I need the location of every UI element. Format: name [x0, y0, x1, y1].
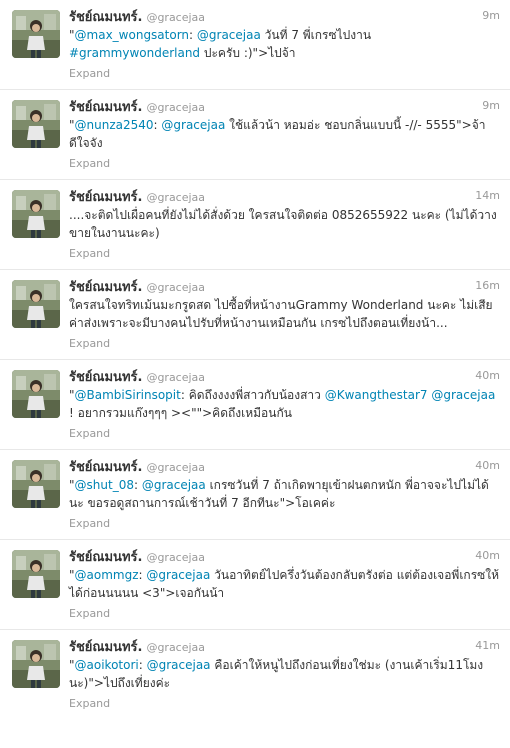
user-fullname[interactable]: รัชย์ณมนทร์. — [69, 370, 142, 385]
tweet-item[interactable]: รัชย์ณมนทร์. @gracejaa 40m "@BambiSirinsopi… — [0, 360, 510, 450]
tweet-text-segment: ! อยากรวมแก๊งๆๆๆ ><"">คิดถึงเหมือนกัน — [69, 406, 292, 420]
tweet-text-segment: : — [133, 478, 142, 492]
tweet-text: "@BambiSirinsopit: คิดถึงงงงพี่สาวกับน้อ… — [69, 386, 500, 422]
user-username[interactable]: @gracejaa — [146, 101, 205, 114]
user-username[interactable]: @gracejaa — [146, 11, 205, 24]
mention-link[interactable]: @aommgz — [75, 568, 139, 582]
tweet-header: รัชย์ณมนทร์. @gracejaa 9m — [69, 98, 500, 115]
avatar[interactable] — [12, 100, 60, 148]
tweet-text-segment: วันที่ 7 พี่เกรซไปงาน — [260, 28, 372, 42]
expand-link[interactable]: Expand — [69, 157, 110, 170]
tweet-item[interactable]: รัชย์ณมนทร์. @gracejaa 14m ....จะติดไปเผื่อ… — [0, 180, 510, 270]
mention-link[interactable]: @shut_08 — [75, 478, 134, 492]
tweet-timestamp[interactable]: 16m — [475, 278, 500, 294]
tweet-header: รัชย์ณมนทร์. @gracejaa 9m — [69, 8, 500, 25]
mention-link[interactable]: @gracejaa — [147, 658, 211, 672]
avatar[interactable] — [12, 280, 60, 328]
tweet-text-segment: : คิดถึงงงงพี่สาวกับน้องสาว — [180, 388, 325, 402]
tweet-timestamp[interactable]: 14m — [475, 188, 500, 204]
mention-link[interactable]: @aoikotori — [75, 658, 139, 672]
avatar[interactable] — [12, 640, 60, 688]
user-username[interactable]: @gracejaa — [146, 461, 205, 474]
tweet-item[interactable]: รัชย์ณมนทร์. @gracejaa 9m "@max_wongsatorn:… — [0, 0, 510, 90]
avatar[interactable] — [12, 550, 60, 598]
avatar[interactable] — [12, 10, 60, 58]
tweet-header: รัชย์ณมนทร์. @gracejaa 40m — [69, 368, 500, 385]
tweet-body: รัชย์ณมนทร์. @gracejaa 9m "@nunza2540: @gra… — [69, 98, 500, 171]
tweet-body: รัชย์ณมนทร์. @gracejaa 9m "@max_wongsatorn:… — [69, 8, 500, 81]
tweet-text: ใครสนใจทริทเม้นมะกรูดสด ไปซื้อที่หน้างาน… — [69, 296, 500, 332]
user-username[interactable]: @gracejaa — [146, 371, 205, 384]
user-fullname[interactable]: รัชย์ณมนทร์. — [69, 10, 142, 25]
mention-link[interactable]: #grammywonderland — [69, 46, 200, 60]
user-username[interactable]: @gracejaa — [146, 191, 205, 204]
mention-link[interactable]: @gracejaa — [161, 118, 225, 132]
tweet-item[interactable]: รัชย์ณมนทร์. @gracejaa 40m "@shut_08: @grac… — [0, 450, 510, 540]
tweet-item[interactable]: รัชย์ณมนทร์. @gracejaa 9m "@nunza2540: @gra… — [0, 90, 510, 180]
user-username[interactable]: @gracejaa — [146, 281, 205, 294]
mention-link[interactable]: @gracejaa — [197, 28, 261, 42]
tweet-timestamp[interactable]: 41m — [475, 638, 500, 654]
tweet-header: รัชย์ณมนทร์. @gracejaa 16m — [69, 278, 500, 295]
avatar[interactable] — [12, 370, 60, 418]
tweet-body: รัชย์ณมนทร์. @gracejaa 14m ....จะติดไปเผื่อ… — [69, 188, 500, 261]
tweet-text: "@max_wongsatorn: @gracejaa วันที่ 7 พี่… — [69, 26, 500, 62]
user-fullname[interactable]: รัชย์ณมนทร์. — [69, 640, 142, 655]
mention-link[interactable]: @gracejaa — [146, 568, 210, 582]
mention-link[interactable]: @nunza2540 — [75, 118, 154, 132]
tweet-body: รัชย์ณมนทร์. @gracejaa 40m "@BambiSirinsopi… — [69, 368, 500, 441]
tweet-timestamp[interactable]: 9m — [482, 98, 500, 114]
user-username[interactable]: @gracejaa — [146, 551, 205, 564]
user-fullname[interactable]: รัชย์ณมนทร์. — [69, 190, 142, 205]
tweet-timeline: รัชย์ณมนทร์. @gracejaa 9m "@max_wongsatorn:… — [0, 0, 510, 720]
mention-link[interactable]: @BambiSirinsopit — [75, 388, 181, 402]
tweet-body: รัชย์ณมนทร์. @gracejaa 16m ใครสนใจทริทเม้นม… — [69, 278, 500, 351]
expand-link[interactable]: Expand — [69, 697, 110, 710]
expand-link[interactable]: Expand — [69, 247, 110, 260]
tweet-text-segment: ....จะติดไปเผื่อคนที่ยังไม่ได้สั่งด้วย ใ… — [69, 208, 497, 240]
user-username[interactable]: @gracejaa — [146, 641, 205, 654]
user-fullname[interactable]: รัชย์ณมนทร์. — [69, 460, 142, 475]
mention-link[interactable]: @gracejaa — [431, 388, 495, 402]
tweet-item[interactable]: รัชย์ณมนทร์. @gracejaa 16m ใครสนใจทริทเม้นม… — [0, 270, 510, 360]
mention-link[interactable]: @Kwangthestar7 — [325, 388, 428, 402]
tweet-text: ....จะติดไปเผื่อคนที่ยังไม่ได้สั่งด้วย ใ… — [69, 206, 500, 242]
tweet-text: "@aommgz: @gracejaa วันอาทิตย์ไปครึ่งวัน… — [69, 566, 500, 602]
expand-link[interactable]: Expand — [69, 517, 110, 530]
tweet-header: รัชย์ณมนทร์. @gracejaa 40m — [69, 458, 500, 475]
tweet-text-segment: : — [189, 28, 197, 42]
tweet-body: รัชย์ณมนทร์. @gracejaa 41m "@aoikotori: @gr… — [69, 638, 500, 711]
expand-link[interactable]: Expand — [69, 67, 110, 80]
tweet-text: "@aoikotori: @gracejaa คือเค้าให้หนูไปถึ… — [69, 656, 500, 692]
user-fullname[interactable]: รัชย์ณมนทร์. — [69, 100, 142, 115]
tweet-header: รัชย์ณมนทร์. @gracejaa 40m — [69, 548, 500, 565]
user-fullname[interactable]: รัชย์ณมนทร์. — [69, 280, 142, 295]
tweet-item[interactable]: รัชย์ณมนทร์. @gracejaa 40m "@aommgz: @grace… — [0, 540, 510, 630]
tweet-text: "@shut_08: @gracejaa เกรซวันที่ 7 ถ้าเกิ… — [69, 476, 500, 512]
tweet-text-segment: : — [138, 658, 147, 672]
tweet-item[interactable]: รัชย์ณมนทร์. @gracejaa 41m "@aoikotori: @gr… — [0, 630, 510, 720]
avatar[interactable] — [12, 190, 60, 238]
tweet-timestamp[interactable]: 40m — [475, 458, 500, 474]
tweet-text-segment: ปะครับ :)">ไปจ้า — [200, 46, 296, 60]
expand-link[interactable]: Expand — [69, 337, 110, 350]
tweet-timestamp[interactable]: 40m — [475, 548, 500, 564]
mention-link[interactable]: @gracejaa — [142, 478, 206, 492]
tweet-text: "@nunza2540: @gracejaa ใช้แล้วน้า หอมอ่ะ… — [69, 116, 500, 152]
expand-link[interactable]: Expand — [69, 427, 110, 440]
mention-link[interactable]: @max_wongsatorn — [75, 28, 190, 42]
expand-link[interactable]: Expand — [69, 607, 110, 620]
tweet-body: รัชย์ณมนทร์. @gracejaa 40m "@aommgz: @grace… — [69, 548, 500, 621]
tweet-body: รัชย์ณมนทร์. @gracejaa 40m "@shut_08: @grac… — [69, 458, 500, 531]
tweet-timestamp[interactable]: 9m — [482, 8, 500, 24]
tweet-header: รัชย์ณมนทร์. @gracejaa 41m — [69, 638, 500, 655]
avatar[interactable] — [12, 460, 60, 508]
tweet-text-segment: ใครสนใจทริทเม้นมะกรูดสด ไปซื้อที่หน้างาน… — [69, 298, 493, 330]
user-fullname[interactable]: รัชย์ณมนทร์. — [69, 550, 142, 565]
tweet-header: รัชย์ณมนทร์. @gracejaa 14m — [69, 188, 500, 205]
tweet-timestamp[interactable]: 40m — [475, 368, 500, 384]
